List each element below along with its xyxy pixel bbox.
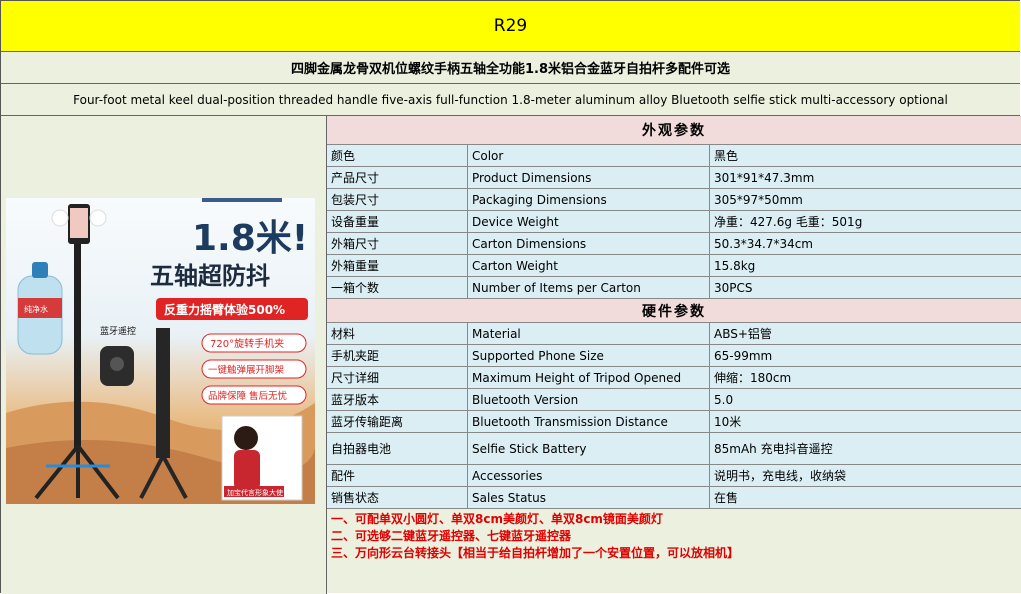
row-label-en: Carton Weight <box>468 255 710 276</box>
model-title: R29 <box>1 1 1020 52</box>
row-label-cn: 尺寸详细 <box>327 367 468 388</box>
table-row: 蓝牙传输距离 Bluetooth Transmission Distance 1… <box>327 411 1021 433</box>
table-row: 自拍器电池 Selfie Stick Battery 85mAh 充电抖音遥控 <box>327 433 1021 465</box>
row-value: ABS+铝管 <box>714 327 772 341</box>
product-image: 纯净水 加宝代言形象大使 1.8米! 五轴超防抖 反重力摇臂体验500% 蓝牙遥… <box>6 198 315 504</box>
row-label-en: Carton Dimensions <box>468 233 710 254</box>
note-item: 一、可配单双小圆灯、单双8cm美颜灯、单双8cm镜面美颜灯 <box>331 512 663 526</box>
english-product-title: Four-foot metal keel dual-position threa… <box>1 84 1020 116</box>
row-label-cn: 销售状态 <box>327 487 468 508</box>
table-row: 手机夹距 Supported Phone Size 65-99mm <box>327 345 1021 367</box>
row-label-cn: 颜色 <box>327 145 468 166</box>
bottle-label: 纯净水 <box>24 304 48 314</box>
row-value: 5.0 <box>714 392 734 407</box>
remote-label: 蓝牙遥控 <box>100 325 136 337</box>
row-value: 伸缩：180cm <box>714 371 792 385</box>
subheadline-text: 五轴超防抖 <box>150 262 270 290</box>
pill-warranty: 品牌保障 售后无忧 <box>208 390 288 402</box>
row-label-cn: 产品尺寸 <box>327 167 468 188</box>
row-label-cn: 配件 <box>327 465 468 486</box>
row-label-cn: 设备重量 <box>327 211 468 232</box>
row-value: 305*97*50mm <box>714 192 803 207</box>
row-label-en: Maximum Height of Tripod Opened <box>468 367 710 388</box>
row-label-cn: 包装尺寸 <box>327 189 468 210</box>
row-label-en: Bluetooth Transmission Distance <box>468 411 710 432</box>
row-label-en: Material <box>468 323 710 344</box>
note-item: 二、可选够二键蓝牙遥控器、七键蓝牙遥控器 <box>331 529 572 543</box>
row-value: 65-99mm <box>714 348 773 363</box>
row-label-en: Supported Phone Size <box>468 345 710 366</box>
ambassador-caption: 加宝代言形象大使 <box>227 488 283 497</box>
row-label-cn: 自拍器电池 <box>327 433 468 464</box>
table-row: 一箱个数 Number of Items per Carton 30PCS <box>327 277 1021 299</box>
section-appearance: 外观参数 <box>327 116 1021 145</box>
product-illustration: 纯净水 加宝代言形象大使 1.8米! 五轴超防抖 反重力摇臂体验500% 蓝牙遥… <box>6 198 315 504</box>
image-panel: 纯净水 加宝代言形象大使 1.8米! 五轴超防抖 反重力摇臂体验500% 蓝牙遥… <box>1 116 327 594</box>
section-hardware: 硬件参数 <box>327 299 1021 323</box>
chinese-product-title: 四脚金属龙骨双机位螺纹手柄五轴全功能1.8米铝合金蓝牙自拍杆多配件可选 <box>1 52 1020 84</box>
row-label-cn: 一箱个数 <box>327 277 468 298</box>
row-value: 30PCS <box>714 280 753 295</box>
row-label-cn: 材料 <box>327 323 468 344</box>
table-row: 销售状态 Sales Status 在售 <box>327 487 1021 509</box>
row-label-cn: 外箱尺寸 <box>327 233 468 254</box>
row-value: 说明书，充电线，收纳袋 <box>714 469 847 483</box>
row-label-en: Bluetooth Version <box>468 389 710 410</box>
row-value: 50.3*34.7*34cm <box>714 236 813 251</box>
table-row: 产品尺寸 Product Dimensions 301*91*47.3mm <box>327 167 1021 189</box>
pill-expand: 一键触弹展开脚架 <box>208 364 285 376</box>
row-value: 10米 <box>714 415 742 429</box>
row-label-en: Number of Items per Carton <box>468 277 710 298</box>
row-label-en: Selfie Stick Battery <box>468 433 710 464</box>
row-label-en: Packaging Dimensions <box>468 189 710 210</box>
row-label-cn: 蓝牙传输距离 <box>327 411 468 432</box>
accessory-notes: 一、可配单双小圆灯、单双8cm美颜灯、单双8cm镜面美颜灯 二、可选够二键蓝牙遥… <box>327 509 1021 593</box>
table-row: 尺寸详细 Maximum Height of Tripod Opened 伸缩：… <box>327 367 1021 389</box>
banner-text: 反重力摇臂体验500% <box>164 302 285 317</box>
row-label-en: Device Weight <box>468 211 710 232</box>
row-label-cn: 手机夹距 <box>327 345 468 366</box>
row-label-en: Color <box>468 145 710 166</box>
row-value: 在售 <box>714 491 739 505</box>
row-value: 301*91*47.3mm <box>714 170 815 185</box>
row-value: 15.8kg <box>714 258 756 273</box>
table-row: 蓝牙版本 Bluetooth Version 5.0 <box>327 389 1021 411</box>
row-label-en: Product Dimensions <box>468 167 710 188</box>
row-label-cn: 外箱重量 <box>327 255 468 276</box>
row-value: 黑色 <box>714 149 739 163</box>
pill-rotate: 720°旋转手机夹 <box>210 337 284 350</box>
row-value: 85mAh 充电抖音遥控 <box>714 442 833 456</box>
row-label-cn: 蓝牙版本 <box>327 389 468 410</box>
note-item: 三、万向形云台转接头【相当于给自拍杆增加了一个安置位置，可以放相机】 <box>331 546 740 560</box>
table-row: 配件 Accessories 说明书，充电线，收纳袋 <box>327 465 1021 487</box>
headline-text: 1.8米! <box>192 218 308 259</box>
spec-sheet: R29 四脚金属龙骨双机位螺纹手柄五轴全功能1.8米铝合金蓝牙自拍杆多配件可选 … <box>0 0 1021 594</box>
table-row: 材料 Material ABS+铝管 <box>327 323 1021 345</box>
table-row: 设备重量 Device Weight 净重：427.6g 毛重：501g <box>327 211 1021 233</box>
table-row: 外箱尺寸 Carton Dimensions 50.3*34.7*34cm <box>327 233 1021 255</box>
table-row: 颜色 Color 黑色 <box>327 145 1021 167</box>
table-row: 包装尺寸 Packaging Dimensions 305*97*50mm <box>327 189 1021 211</box>
row-label-en: Sales Status <box>468 487 710 508</box>
row-value: 净重：427.6g 毛重：501g <box>714 215 863 229</box>
table-row: 外箱重量 Carton Weight 15.8kg <box>327 255 1021 277</box>
row-label-en: Accessories <box>468 465 710 486</box>
